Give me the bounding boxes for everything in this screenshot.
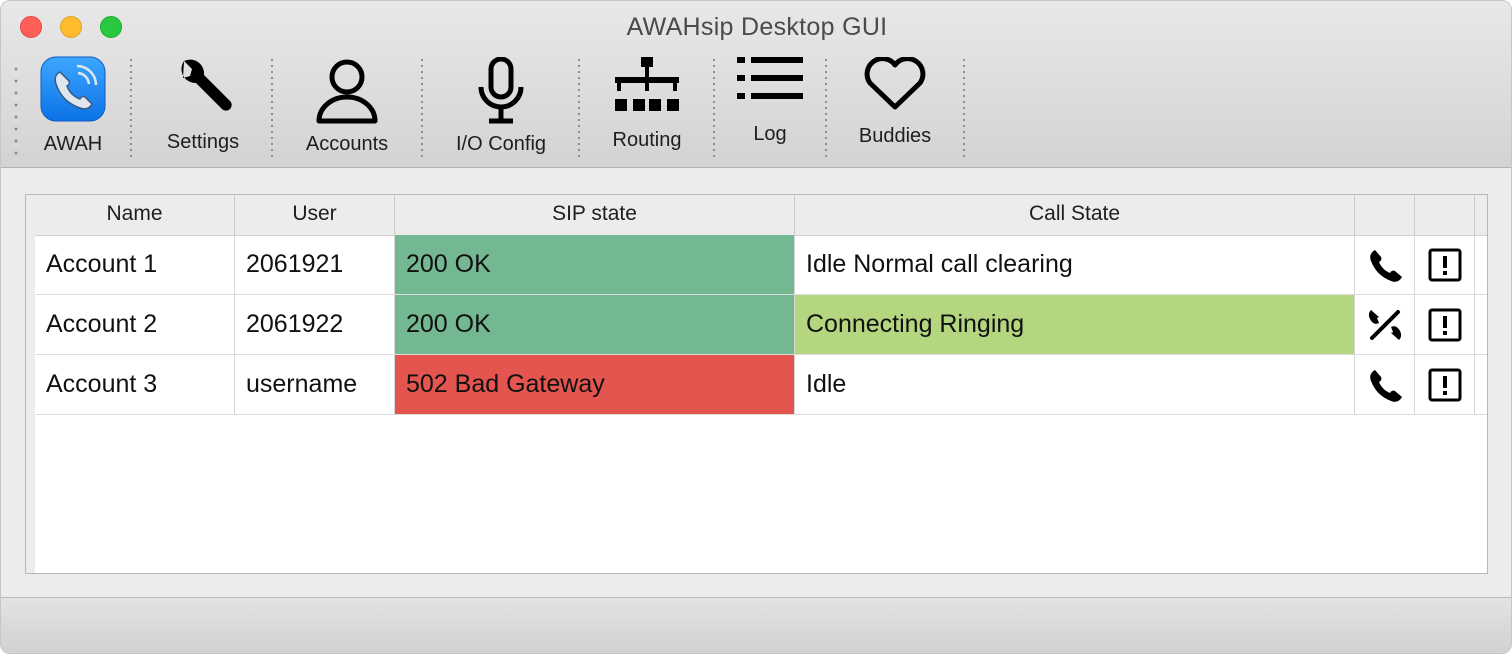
column-header-name[interactable]: Name [35, 195, 235, 235]
toolbar-accounts-label: Accounts [305, 133, 389, 155]
toolbar-separator [271, 57, 273, 161]
toolbar-log-button[interactable]: Log [731, 53, 809, 163]
account-user-cell[interactable]: username [235, 355, 395, 414]
toolbar-log-label: Log [753, 123, 787, 145]
column-header-user[interactable]: User [235, 195, 395, 235]
sip-state-cell[interactable]: 200 OK [395, 295, 795, 354]
window-title: AWAHsip Desktop GUI [626, 13, 888, 41]
toolbar-separator [578, 57, 580, 161]
toolbar-awah-label: AWAH [43, 133, 103, 155]
account-info-button[interactable] [1415, 295, 1475, 354]
call-button[interactable] [1355, 355, 1415, 414]
sip-state-cell[interactable]: 502 Bad Gateway [395, 355, 795, 414]
toolbar-separator [713, 57, 715, 161]
toolbar-routing-button[interactable]: Routing [597, 53, 697, 163]
microphone-icon [478, 57, 524, 124]
account-info-button[interactable] [1415, 235, 1475, 294]
hangup-icon [1368, 309, 1401, 340]
toolbar-buddies-button[interactable]: Buddies [845, 53, 945, 163]
list-icon [737, 57, 803, 99]
call-state-cell[interactable]: Idle Normal call clearing [795, 235, 1355, 294]
status-bar [1, 597, 1511, 653]
sip-state-cell[interactable]: 200 OK [395, 235, 795, 294]
phone-icon [1369, 249, 1402, 282]
accounts-table: Name User SIP state Call State Account 1… [25, 194, 1488, 574]
sitemap-icon [615, 57, 679, 111]
titlebar-toolbar: AWAHsip Desktop GUI AWAH Settings Accoun… [1, 1, 1511, 168]
toolbar-separator [963, 57, 965, 161]
alert-icon [1428, 248, 1461, 281]
table-row[interactable]: Account 3 username 502 Bad Gateway Idle [35, 355, 1487, 415]
table-row[interactable]: Account 2 2061922 200 OK Connecting Ring… [35, 295, 1487, 355]
user-icon [316, 59, 378, 124]
call-button[interactable] [1355, 235, 1415, 294]
toolbar-settings-label: Settings [166, 131, 240, 153]
column-header-call-state[interactable]: Call State [795, 195, 1355, 235]
toolbar-awah-button[interactable]: AWAH [31, 53, 115, 163]
phone-app-icon [40, 56, 106, 122]
toolbar-routing-label: Routing [612, 129, 682, 151]
column-header-sip-state[interactable]: SIP state [395, 195, 795, 235]
account-user-cell[interactable]: 2061922 [235, 295, 395, 354]
alert-icon [1428, 308, 1461, 341]
column-header-call-action[interactable] [1355, 195, 1415, 235]
table-header: Name User SIP state Call State [35, 195, 1487, 236]
row-header-strip [26, 195, 35, 573]
account-user-cell[interactable]: 2061921 [235, 235, 395, 294]
toolbar-separator [421, 57, 423, 161]
hangup-button[interactable] [1355, 295, 1415, 354]
toolbar-settings-button[interactable]: Settings [151, 53, 255, 163]
toolbar-grip-handle[interactable] [13, 63, 19, 157]
app-window: AWAHsip Desktop GUI AWAH Settings Accoun… [0, 0, 1512, 654]
account-name-cell[interactable]: Account 2 [35, 295, 235, 354]
toolbar-buddies-label: Buddies [858, 125, 932, 147]
account-name-cell[interactable]: Account 3 [35, 355, 235, 414]
phone-icon [1369, 369, 1402, 402]
table-row[interactable]: Account 1 2061921 200 OK Idle Normal cal… [35, 235, 1487, 295]
toolbar-io-config-button[interactable]: I/O Config [441, 53, 561, 163]
toolbar-accounts-button[interactable]: Accounts [289, 53, 405, 163]
call-state-cell[interactable]: Idle [795, 355, 1355, 414]
wrench-icon [181, 59, 232, 111]
heart-icon [864, 57, 926, 110]
account-info-button[interactable] [1415, 355, 1475, 414]
alert-icon [1428, 368, 1461, 401]
call-state-cell[interactable]: Connecting Ringing [795, 295, 1355, 354]
toolbar-separator [825, 57, 827, 161]
toolbar-separator [130, 57, 132, 161]
account-name-cell[interactable]: Account 1 [35, 235, 235, 294]
column-header-info[interactable] [1415, 195, 1475, 235]
toolbar-io-config-label: I/O Config [455, 133, 547, 155]
